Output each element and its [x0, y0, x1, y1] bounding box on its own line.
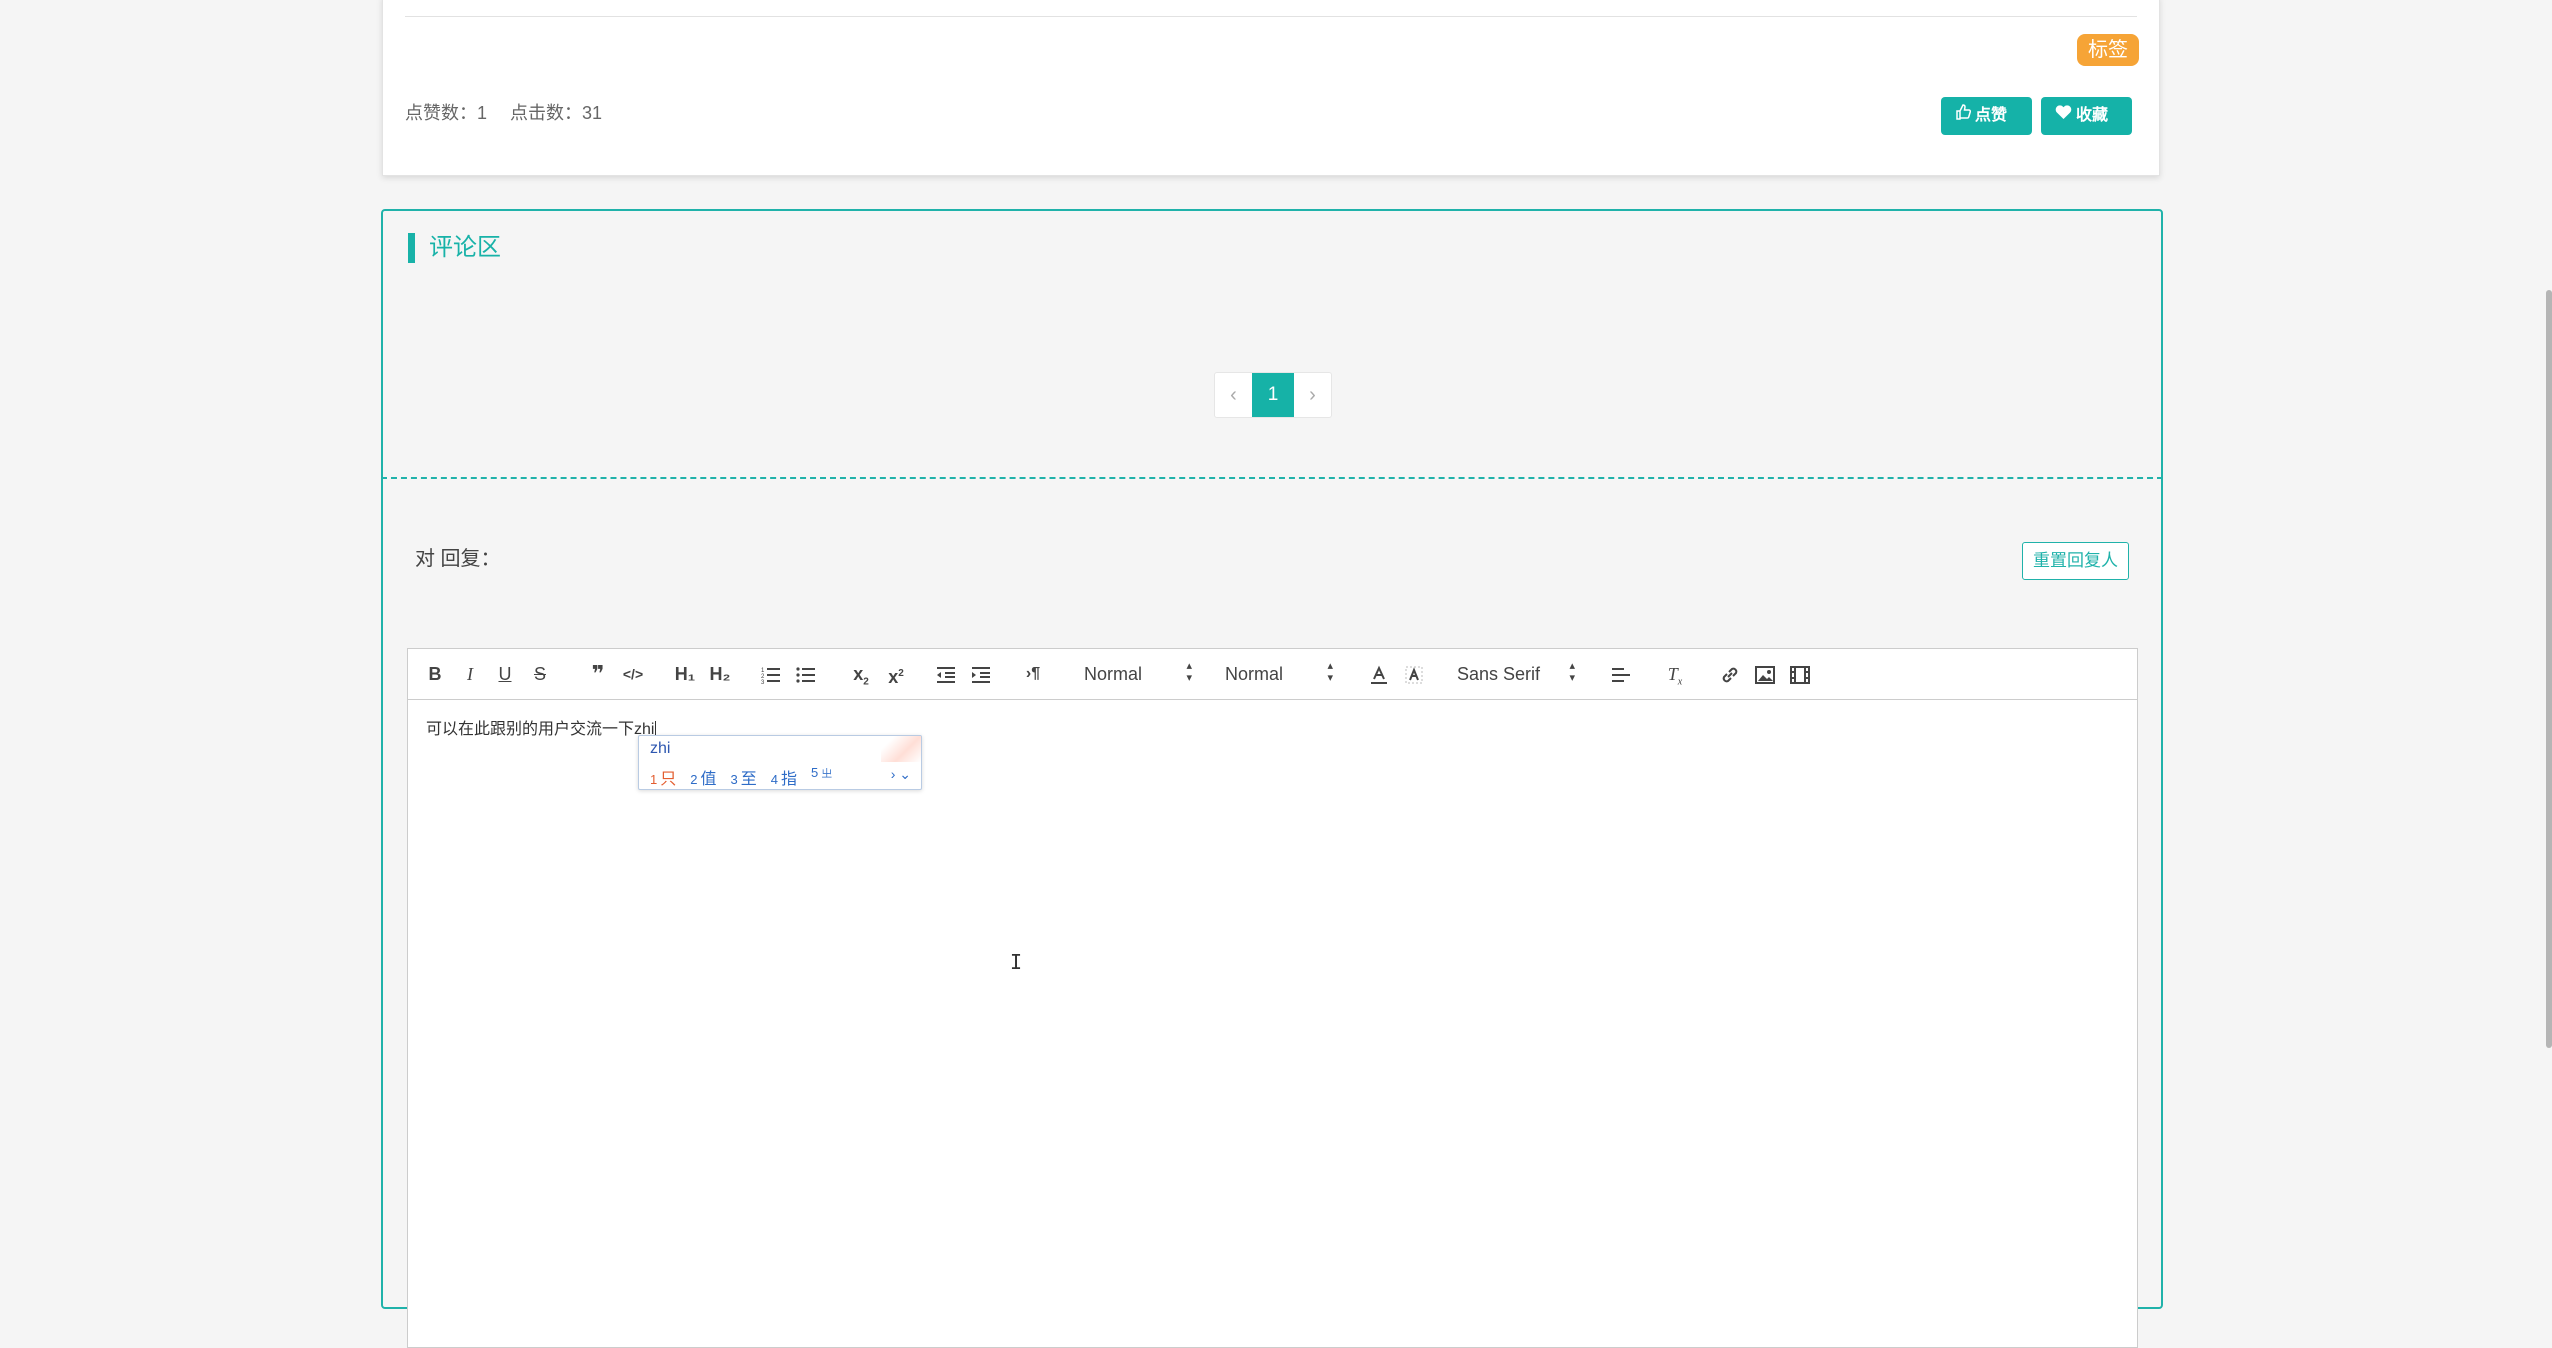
pagination-page-1[interactable]: 1	[1252, 373, 1294, 417]
ime-candidate[interactable]: 4指	[771, 765, 797, 789]
editor-toolbar: B I U S ❞ </> H₁ H₂ 123 x2 x2 ›¶ Normal …	[408, 649, 2137, 700]
image-icon[interactable]	[1752, 660, 1778, 688]
thumbs-up-icon	[1955, 97, 1972, 135]
ime-candidate[interactable]: 3至	[731, 765, 757, 789]
divider	[405, 16, 2137, 17]
underline-icon[interactable]: U	[492, 660, 518, 688]
dashed-divider	[381, 477, 2163, 479]
pagination-next[interactable]: ›	[1294, 373, 1331, 417]
article-stats: 点赞数：1 点击数：31	[405, 99, 620, 125]
indent-icon[interactable]	[968, 660, 994, 688]
video-icon[interactable]	[1787, 660, 1813, 688]
font-select-value: Sans Serif	[1457, 664, 1541, 684]
ime-candidate[interactable]: 1只	[650, 765, 676, 789]
header-select[interactable]: Normal ▴ ▾	[1084, 660, 1192, 688]
comment-section-title: 评论区	[408, 233, 501, 263]
strikethrough-icon[interactable]: S	[527, 660, 553, 688]
size-select[interactable]: Normal ▴ ▾	[1225, 660, 1333, 688]
header-select-value: Normal	[1084, 664, 1143, 684]
like-button[interactable]: 点赞	[1941, 97, 2032, 135]
background-color-icon[interactable]	[1401, 660, 1427, 688]
pagination-prev[interactable]: ‹	[1215, 373, 1252, 417]
superscript-icon[interactable]: x2	[883, 660, 909, 688]
article-card: 标签 点赞数：1 点击数：31 点赞 收藏	[382, 0, 2160, 176]
editor-content-area[interactable]: 可以在此跟别的用户交流一下zhi	[408, 699, 2137, 1347]
link-icon[interactable]	[1717, 660, 1743, 688]
favorite-button-label: 收藏	[2076, 107, 2109, 124]
align-icon[interactable]	[1608, 660, 1634, 688]
blockquote-icon[interactable]: ❞	[585, 660, 611, 688]
ime-candidates: 1只 2值 3至 4指 5㞢	[650, 765, 832, 789]
svg-text:3: 3	[761, 680, 765, 684]
reply-to-label: 对 回复：	[415, 548, 501, 570]
text-cursor-icon: I	[1010, 950, 1023, 974]
likes-count: 点赞数：1	[405, 103, 488, 123]
ime-skin-decoration	[881, 736, 921, 762]
italic-icon[interactable]: I	[457, 660, 483, 688]
size-select-value: Normal	[1225, 664, 1284, 684]
reset-reply-button[interactable]: 重置回复人	[2022, 542, 2129, 580]
subscript-icon[interactable]: x2	[848, 660, 874, 688]
bullet-list-icon[interactable]	[793, 660, 819, 688]
editor-text-content: 可以在此跟别的用户交流一下zhi	[426, 721, 655, 738]
select-arrows-icon: ▴ ▾	[1186, 660, 1192, 684]
h1-icon[interactable]: H₁	[672, 660, 698, 688]
ime-candidate-popup: zhi 1只 2值 3至 4指 5㞢 › ⌄	[638, 735, 922, 790]
code-block-icon[interactable]: </>	[620, 660, 646, 688]
ime-candidate[interactable]: 2值	[690, 765, 716, 789]
select-arrows-icon: ▴ ▾	[1327, 660, 1333, 684]
outdent-icon[interactable]	[933, 660, 959, 688]
text-color-icon[interactable]	[1366, 660, 1392, 688]
bold-icon[interactable]: B	[422, 660, 448, 688]
tag-badge[interactable]: 标签	[2077, 34, 2139, 66]
text-direction-icon[interactable]: ›¶	[1020, 660, 1046, 688]
font-select[interactable]: Sans Serif ▴ ▾	[1457, 660, 1575, 688]
clicks-count: 点击数：31	[510, 103, 603, 123]
h2-icon[interactable]: H₂	[707, 660, 733, 688]
favorite-button[interactable]: 收藏	[2041, 97, 2132, 135]
ime-composition: zhi	[650, 740, 671, 757]
clear-format-icon[interactable]: Tx	[1662, 660, 1688, 688]
ime-next-page-icon[interactable]: › ⌄	[891, 766, 911, 783]
heart-icon	[2055, 97, 2072, 135]
page-scrollbar[interactable]	[2546, 290, 2552, 1048]
ordered-list-icon[interactable]: 123	[758, 660, 784, 688]
editor-text: 可以在此跟别的用户交流一下zhi	[426, 715, 657, 739]
select-arrows-icon: ▴ ▾	[1569, 660, 1575, 684]
like-button-label: 点赞	[1975, 107, 2008, 124]
ime-candidate[interactable]: 5㞢	[811, 765, 832, 789]
pagination: ‹ 1 ›	[1214, 372, 1332, 418]
